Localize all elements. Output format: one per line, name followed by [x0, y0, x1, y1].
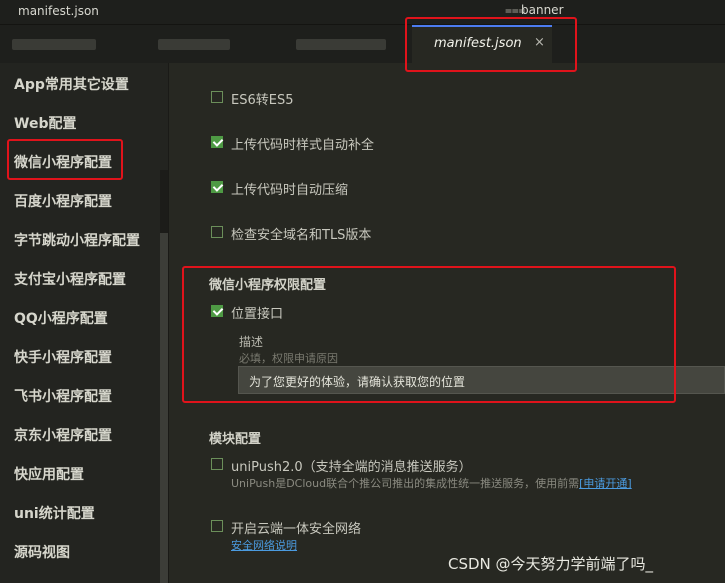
tab-blurred-3[interactable] — [296, 39, 386, 50]
sidebar-item-app-settings[interactable]: App常用其它设置 — [14, 74, 129, 94]
search-list-icon: ⩶ — [505, 3, 526, 17]
watermark: CSDN @今天努力学前端了吗_ — [448, 555, 654, 573]
sidebar-item-toutiao[interactable]: 字节跳动小程序配置 — [14, 230, 140, 250]
unipush-apply-link[interactable]: [申请开通] — [579, 477, 632, 490]
sidebar-item-unistat[interactable]: uni统计配置 — [14, 503, 95, 523]
cloud-security-link[interactable]: 安全网络说明 — [231, 537, 297, 553]
postcss-checkbox[interactable] — [211, 136, 223, 148]
sidebar-item-baidu[interactable]: 百度小程序配置 — [14, 191, 112, 211]
window-title: manifest.json — [18, 4, 99, 18]
sidebar-item-web[interactable]: Web配置 — [14, 113, 76, 133]
cloud-security-label: 开启云端一体安全网络 — [231, 522, 362, 537]
highlight-tab-box — [405, 17, 577, 72]
cloud-security-checkbox[interactable] — [211, 520, 223, 532]
domain-check-checkbox[interactable] — [211, 226, 223, 238]
unipush-checkbox[interactable] — [211, 458, 223, 470]
sidebar-item-alipay[interactable]: 支付宝小程序配置 — [14, 269, 126, 289]
unipush-desc: UniPush是DCloud联合个推公司推出的集成性统一推送服务，使用前需[申请… — [231, 475, 632, 491]
es6-checkbox[interactable] — [211, 91, 223, 103]
search-text: banner — [521, 3, 564, 17]
tab-bar: manifest.json × — [0, 25, 725, 63]
postcss-label: 上传代码时样式自动补全 — [231, 138, 375, 153]
search-box[interactable]: ⩶banner — [505, 3, 564, 18]
es6-label: ES6转ES5 — [231, 93, 294, 108]
highlight-sidebar-box — [7, 139, 123, 180]
sidebar-item-source-view[interactable]: 源码视图 — [14, 542, 70, 562]
sidebar-item-jd[interactable]: 京东小程序配置 — [14, 425, 112, 445]
sidebar-item-kuaishou[interactable]: 快手小程序配置 — [14, 347, 112, 367]
tab-blurred-2[interactable] — [158, 39, 230, 50]
sidebar-item-quickapp[interactable]: 快应用配置 — [14, 464, 84, 484]
minify-label: 上传代码时自动压缩 — [231, 183, 349, 198]
title-bar: manifest.json ⩶banner — [0, 0, 725, 25]
unipush-label: uniPush2.0（支持全端的消息推送服务） — [231, 460, 472, 475]
minify-checkbox[interactable] — [211, 181, 223, 193]
modules-section-title: 模块配置 — [209, 432, 262, 447]
sidebar-scrollbar-thumb[interactable] — [160, 233, 168, 583]
tab-blurred-1[interactable] — [12, 39, 96, 50]
domain-check-label: 检查安全域名和TLS版本 — [231, 228, 372, 243]
sidebar-item-feishu[interactable]: 飞书小程序配置 — [14, 386, 112, 406]
unipush-desc-text: UniPush是DCloud联合个推公司推出的集成性统一推送服务，使用前需 — [231, 477, 580, 490]
sidebar-item-qq[interactable]: QQ小程序配置 — [14, 308, 108, 328]
highlight-permission-box — [182, 266, 676, 403]
